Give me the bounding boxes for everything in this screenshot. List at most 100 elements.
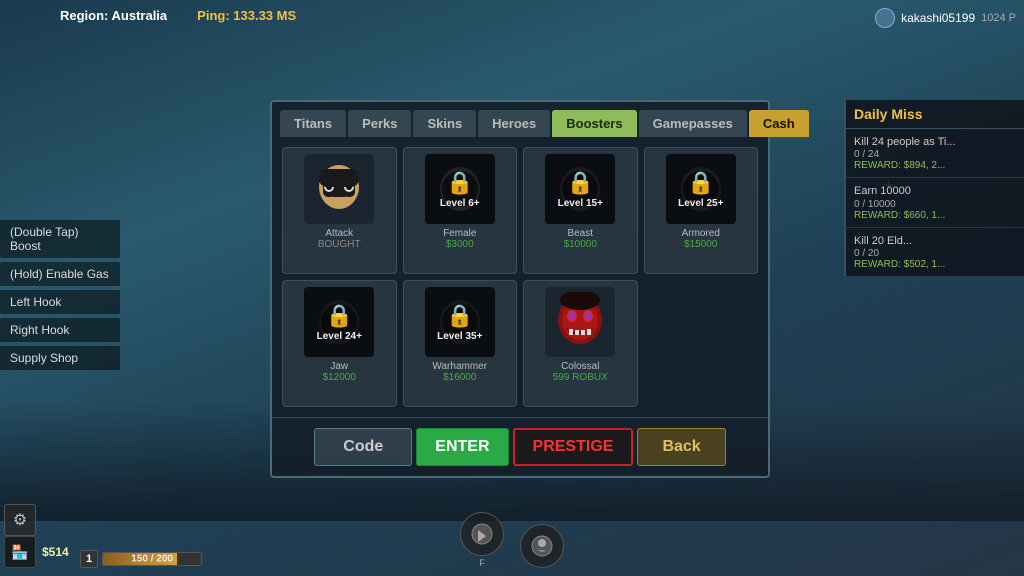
- daily-mission-0: Kill 24 people as Ti... 0 / 24 REWARD: $…: [846, 129, 1024, 178]
- item-armored-price: $15000: [684, 239, 717, 250]
- tab-titans[interactable]: Titans: [280, 110, 346, 137]
- tab-boosters[interactable]: Boosters: [552, 110, 636, 137]
- bottom-center-actions: F: [460, 512, 564, 568]
- gear-button[interactable]: ⚙: [4, 504, 36, 536]
- item-warhammer[interactable]: 🔒 Level 35+ Warhammer $16000: [403, 280, 518, 407]
- item-beast-price: $10000: [564, 239, 597, 250]
- item-jaw[interactable]: 🔒 Level 24+ Jaw $12000: [282, 280, 397, 407]
- bottom-buttons: Code ENTER PRESTIGE Back: [272, 417, 768, 476]
- btn-right-hook[interactable]: Right Hook: [0, 318, 120, 342]
- item-beast-name: Beast: [567, 228, 593, 239]
- item-beast[interactable]: 🔒 Level 15+ Beast $10000: [523, 147, 638, 274]
- daily-missions-title: Daily Miss: [846, 100, 1024, 129]
- xp-section: 1 150 / 200: [80, 550, 202, 568]
- beast-lock-overlay: 🔒 Level 15+: [545, 154, 615, 224]
- action-f-wrapper: F: [460, 512, 504, 568]
- item-armored-avatar: 🔒 Level 25+: [666, 154, 736, 224]
- item-beast-avatar: 🔒 Level 15+: [545, 154, 615, 224]
- mission-1-reward: REWARD: $660, 1...: [854, 210, 1016, 221]
- mission-0-reward: REWARD: $894, 2...: [854, 160, 1016, 171]
- armored-lock-icon: 🔒: [687, 170, 714, 196]
- item-jaw-name: Jaw: [330, 361, 348, 372]
- jaw-lock-overlay: 🔒 Level 24+: [304, 287, 374, 357]
- xp-text: 150 / 200: [131, 554, 173, 565]
- action-jump-icon[interactable]: [520, 524, 564, 568]
- female-lock-icon: 🔒: [446, 170, 473, 196]
- tab-skins[interactable]: Skins: [413, 110, 476, 137]
- user-id: 1024 P: [981, 12, 1016, 24]
- action-f-icon[interactable]: [460, 512, 504, 556]
- warhammer-lock-icon: 🔒: [446, 303, 473, 329]
- mission-2-desc: Kill 20 Eld...: [854, 234, 1016, 248]
- jaw-lock-level: Level 24+: [317, 331, 362, 342]
- item-female[interactable]: 🔒 Level 6+ Female $3000: [403, 147, 518, 274]
- jaw-lock-icon: 🔒: [326, 303, 353, 329]
- bottom-bar: 🏪 $514: [4, 536, 69, 568]
- item-attack-price: BOUGHT: [318, 239, 361, 250]
- beast-lock-level: Level 15+: [558, 198, 603, 209]
- item-attack-name: Attack: [325, 228, 353, 239]
- btn-left-hook[interactable]: Left Hook: [0, 290, 120, 314]
- btn-supply-shop[interactable]: Supply Shop: [0, 346, 120, 370]
- user-name: kakashi05199: [901, 11, 975, 25]
- female-lock-overlay: 🔒 Level 6+: [425, 154, 495, 224]
- ping-text: Ping: 133.33 MS: [197, 8, 296, 23]
- item-female-name: Female: [443, 228, 476, 239]
- item-armored-name: Armored: [682, 228, 720, 239]
- shop-panel: Titans Perks Skins Heroes Boosters Gamep…: [270, 100, 770, 478]
- btn-back[interactable]: Back: [637, 428, 725, 466]
- tab-cash[interactable]: Cash: [749, 110, 809, 137]
- item-attack[interactable]: Attack BOUGHT: [282, 147, 397, 274]
- item-colossal-avatar: [545, 287, 615, 357]
- action-jump-wrapper: [520, 524, 564, 568]
- warhammer-lock-level: Level 35+: [437, 331, 482, 342]
- tab-bar: Titans Perks Skins Heroes Boosters Gamep…: [272, 102, 768, 137]
- mission-0-progress: 0 / 24: [854, 149, 1016, 160]
- btn-enter[interactable]: ENTER: [416, 428, 508, 466]
- item-colossal-name: Colossal: [561, 361, 599, 372]
- gear-section: ⚙: [4, 504, 36, 536]
- xp-bar-wrapper: 150 / 200: [102, 552, 202, 566]
- daily-mission-2: Kill 20 Eld... 0 / 20 REWARD: $502, 1...: [846, 228, 1024, 277]
- item-warhammer-price: $16000: [443, 372, 476, 383]
- btn-enable-gas[interactable]: (Hold) Enable Gas: [0, 262, 120, 286]
- daily-mission-1: Earn 10000 0 / 10000 REWARD: $660, 1...: [846, 178, 1024, 227]
- btn-prestige[interactable]: PRESTIGE: [513, 428, 634, 466]
- item-jaw-price: $12000: [323, 372, 356, 383]
- item-armored[interactable]: 🔒 Level 25+ Armored $15000: [644, 147, 759, 274]
- cash-display: $514: [42, 545, 69, 559]
- item-colossal[interactable]: Colossal 599 ROBUX: [523, 280, 638, 407]
- top-bar: Region: Australia Ping: 133.33 MS: [60, 8, 296, 23]
- mission-0-desc: Kill 24 people as Ti...: [854, 135, 1016, 149]
- mission-1-desc: Earn 10000: [854, 184, 1016, 198]
- warhammer-lock-overlay: 🔒 Level 35+: [425, 287, 495, 357]
- shop-icon-button[interactable]: 🏪: [4, 536, 36, 568]
- item-female-price: $3000: [446, 239, 474, 250]
- item-jaw-avatar: 🔒 Level 24+: [304, 287, 374, 357]
- tab-perks[interactable]: Perks: [348, 110, 411, 137]
- beast-lock-icon: 🔒: [567, 170, 594, 196]
- armored-lock-level: Level 25+: [678, 198, 723, 209]
- tab-gamepasses[interactable]: Gamepasses: [639, 110, 747, 137]
- item-warhammer-name: Warhammer: [432, 361, 487, 372]
- mission-1-progress: 0 / 10000: [854, 199, 1016, 210]
- item-female-avatar: 🔒 Level 6+: [425, 154, 495, 224]
- mission-2-reward: REWARD: $502, 1...: [854, 259, 1016, 270]
- items-grid: Attack BOUGHT 🔒 Level 6+ Female $3000: [272, 137, 768, 417]
- user-avatar: [875, 8, 895, 28]
- level-badge: 1: [80, 550, 98, 568]
- left-buttons: (Double Tap) Boost (Hold) Enable Gas Lef…: [0, 220, 120, 370]
- btn-code[interactable]: Code: [314, 428, 412, 466]
- region-text: Region: Australia: [60, 8, 167, 23]
- tab-heroes[interactable]: Heroes: [478, 110, 550, 137]
- btn-double-tap-boost[interactable]: (Double Tap) Boost: [0, 220, 120, 258]
- armored-lock-overlay: 🔒 Level 25+: [666, 154, 736, 224]
- action-f-label: F: [479, 558, 485, 568]
- top-right-user: kakashi05199 1024 P: [875, 8, 1016, 28]
- mission-2-progress: 0 / 20: [854, 248, 1016, 259]
- item-warhammer-avatar: 🔒 Level 35+: [425, 287, 495, 357]
- item-attack-avatar: [304, 154, 374, 224]
- daily-missions-panel: Daily Miss Kill 24 people as Ti... 0 / 2…: [844, 100, 1024, 277]
- item-colossal-price: 599 ROBUX: [553, 372, 608, 383]
- female-lock-level: Level 6+: [440, 198, 480, 209]
